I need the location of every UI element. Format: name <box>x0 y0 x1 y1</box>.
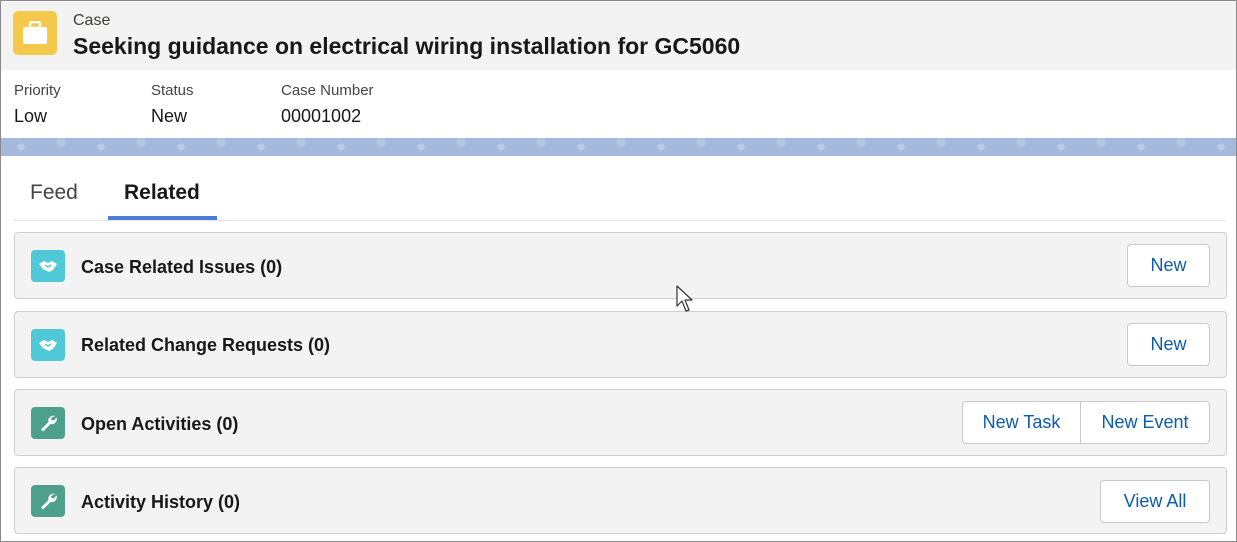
related-list-change-requests: Related Change Requests (0) New <box>14 311 1227 378</box>
new-button[interactable]: New <box>1127 244 1210 287</box>
related-list-open-activities: Open Activities (0) New Task New Event <box>14 389 1227 456</box>
related-list-activity-history: Activity History (0) View All <box>14 467 1227 534</box>
field-label: Case Number <box>281 82 374 99</box>
new-task-button[interactable]: New Task <box>962 401 1081 444</box>
field-value: Low <box>14 106 48 126</box>
handshake-icon <box>31 250 65 282</box>
handshake-icon <box>31 329 65 361</box>
tab-related[interactable]: Related <box>124 181 200 205</box>
field-priority: Priority Low <box>14 82 61 127</box>
wrench-icon <box>31 407 65 439</box>
related-list-title[interactable]: Open Activities (0) <box>81 414 238 435</box>
related-list-title[interactable]: Case Related Issues (0) <box>81 257 282 278</box>
record-header: Case Seeking guidance on electrical wiri… <box>1 1 1236 70</box>
mouse-cursor-icon <box>676 285 696 318</box>
object-type-label: Case <box>73 12 111 29</box>
related-list-title[interactable]: Related Change Requests (0) <box>81 335 330 356</box>
field-label: Priority <box>14 82 61 99</box>
new-button[interactable]: New <box>1127 323 1210 366</box>
tab-bar: Feed Related <box>13 169 1226 221</box>
tab-feed[interactable]: Feed <box>30 181 78 205</box>
decorative-band <box>1 138 1236 156</box>
field-case-number: Case Number 00001002 <box>281 82 374 127</box>
field-label: Status <box>151 82 194 99</box>
field-value: 00001002 <box>281 106 362 126</box>
highlights-panel: Priority Low Status New Case Number 0000… <box>1 70 1236 138</box>
field-status: Status New <box>151 82 194 127</box>
related-list-title[interactable]: Activity History (0) <box>81 492 240 513</box>
briefcase-icon <box>13 11 57 55</box>
wrench-icon <box>31 485 65 517</box>
new-event-button[interactable]: New Event <box>1081 401 1210 444</box>
page-title: Seeking guidance on electrical wiring in… <box>73 33 741 59</box>
field-value: New <box>151 106 188 126</box>
active-tab-indicator <box>108 216 217 220</box>
view-all-button[interactable]: View All <box>1100 480 1210 523</box>
related-list-case-related-issues: Case Related Issues (0) New <box>14 232 1227 299</box>
